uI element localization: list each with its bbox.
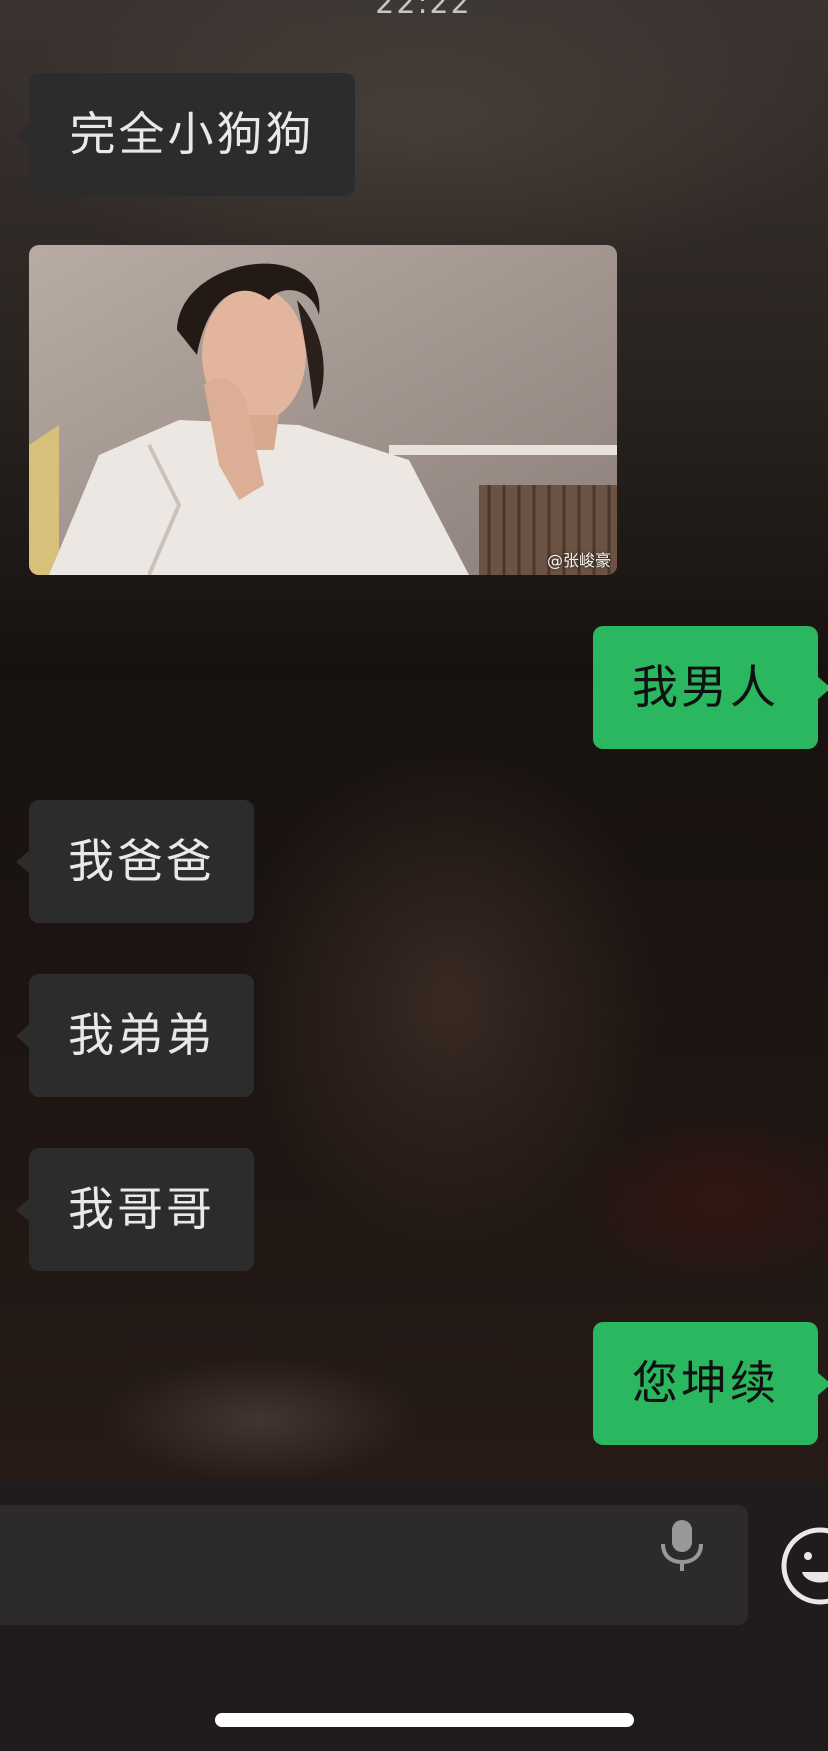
message-text: 您坤续	[632, 1356, 779, 1410]
message-text: 完全小狗狗	[69, 107, 315, 161]
message-input[interactable]	[0, 1505, 748, 1625]
photo-portrait	[29, 245, 617, 575]
message-text: 我哥哥	[68, 1182, 215, 1236]
received-message[interactable]: 我爸爸	[16, 800, 254, 923]
image-watermark: @张峻豪	[546, 551, 611, 570]
received-image-message[interactable]: @张峻豪	[29, 245, 617, 575]
received-message[interactable]: 我哥哥	[16, 1148, 254, 1271]
sent-message[interactable]: 我男人	[593, 626, 828, 749]
received-message[interactable]: 完全小狗狗	[16, 73, 355, 196]
sent-message[interactable]: 您坤续	[593, 1322, 828, 1445]
message-text: 我男人	[632, 660, 779, 714]
message-text: 我爸爸	[68, 834, 215, 888]
microphone-icon[interactable]	[657, 1518, 707, 1572]
timestamp: 22:22	[352, 0, 495, 21]
received-message[interactable]: 我弟弟	[16, 974, 254, 1097]
input-bar	[0, 1482, 828, 1751]
home-indicator[interactable]	[215, 1713, 634, 1727]
message-text: 我弟弟	[68, 1008, 215, 1062]
emoji-icon[interactable]	[780, 1526, 828, 1606]
